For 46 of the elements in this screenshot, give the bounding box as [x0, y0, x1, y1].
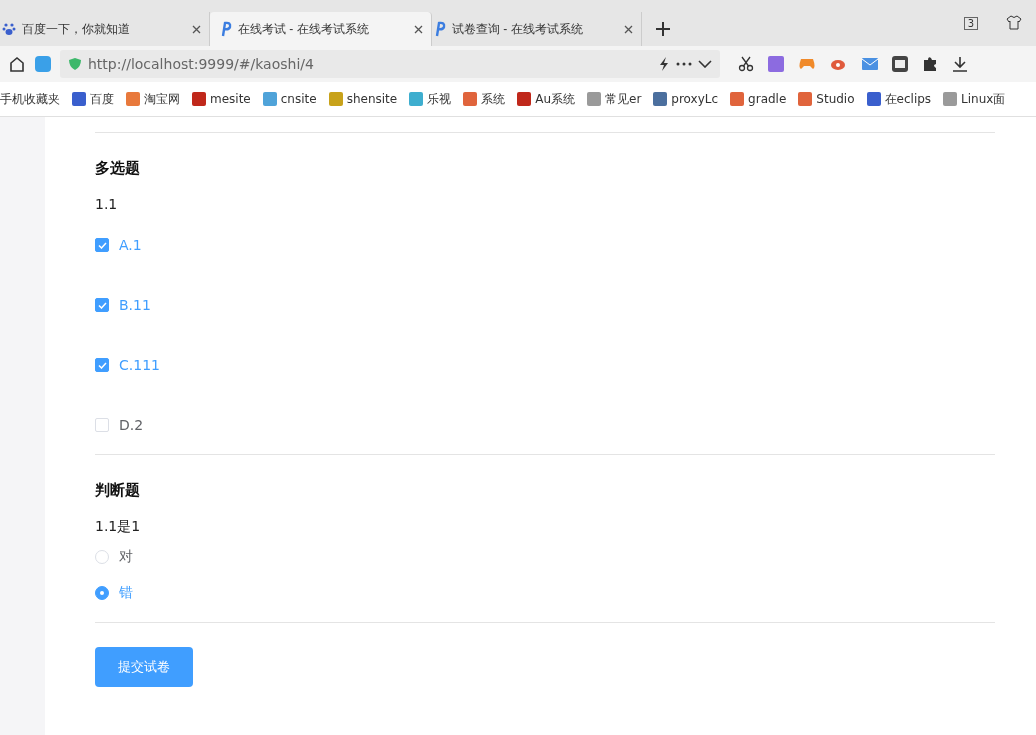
more-icon[interactable]: [676, 62, 692, 66]
bookmark-link[interactable]: Au系统: [535, 90, 575, 108]
home-icon[interactable]: [8, 55, 26, 73]
bookmark-link[interactable]: Linux面: [961, 90, 1006, 108]
address-bar[interactable]: http://localhost:9999/#/kaoshi/4: [60, 50, 720, 78]
scissors-icon[interactable]: [738, 56, 754, 72]
question-text: 1.1: [95, 196, 119, 212]
shield-icon: [68, 57, 82, 71]
browser-tab[interactable]: 在线考试 - 在线考试系统: [210, 12, 432, 46]
mail-icon[interactable]: [862, 58, 878, 70]
url-text: http://localhost:9999/#/kaoshi/4: [88, 56, 314, 72]
new-tab-icon[interactable]: [656, 22, 670, 36]
bookmark-link[interactable]: 在eclips: [884, 90, 932, 108]
shirt-icon[interactable]: [1006, 15, 1022, 30]
question-text: 1.1是1: [95, 518, 142, 536]
paw-icon: [2, 22, 16, 36]
bookmark-link[interactable]: shensite: [346, 92, 398, 106]
checkbox[interactable]: [95, 358, 109, 372]
option-label[interactable]: 对: [119, 548, 133, 566]
bookmark-link[interactable]: 淘宝网: [144, 90, 180, 108]
chevron-down-icon[interactable]: [698, 60, 712, 68]
bookmark-link[interactable]: Studio: [816, 92, 855, 106]
checkbox[interactable]: [95, 298, 109, 312]
bookmark-link[interactable]: 手机收藏夹: [0, 90, 60, 108]
download-icon[interactable]: [952, 56, 968, 72]
bookmark-link[interactable]: 乐视: [427, 90, 452, 108]
radio-button[interactable]: [95, 586, 109, 600]
p-logo-icon: [220, 21, 232, 37]
section-heading: 多选题: [95, 159, 141, 178]
lightning-icon[interactable]: [658, 56, 670, 72]
close-icon[interactable]: [192, 24, 201, 34]
bookmark-link[interactable]: 系统: [481, 90, 506, 108]
close-icon[interactable]: [624, 24, 633, 34]
tab-count[interactable]: 3: [963, 17, 978, 30]
bookmark-link[interactable]: proxyLc: [671, 92, 719, 106]
bookmark-link[interactable]: 百度: [90, 90, 114, 108]
close-icon[interactable]: [414, 24, 423, 34]
bookmark-link[interactable]: 常见er: [605, 90, 642, 108]
p-logo-icon: [434, 21, 446, 37]
puzzle-icon[interactable]: [922, 56, 938, 72]
bookmark-link[interactable]: cnsite: [280, 92, 317, 106]
section-heading: 判断题: [95, 481, 141, 500]
option-label[interactable]: D.2: [119, 417, 144, 433]
bookmark-link[interactable]: mesite: [210, 92, 251, 106]
bookmark-link[interactable]: gradle: [748, 92, 787, 106]
checkbox[interactable]: [95, 238, 109, 252]
